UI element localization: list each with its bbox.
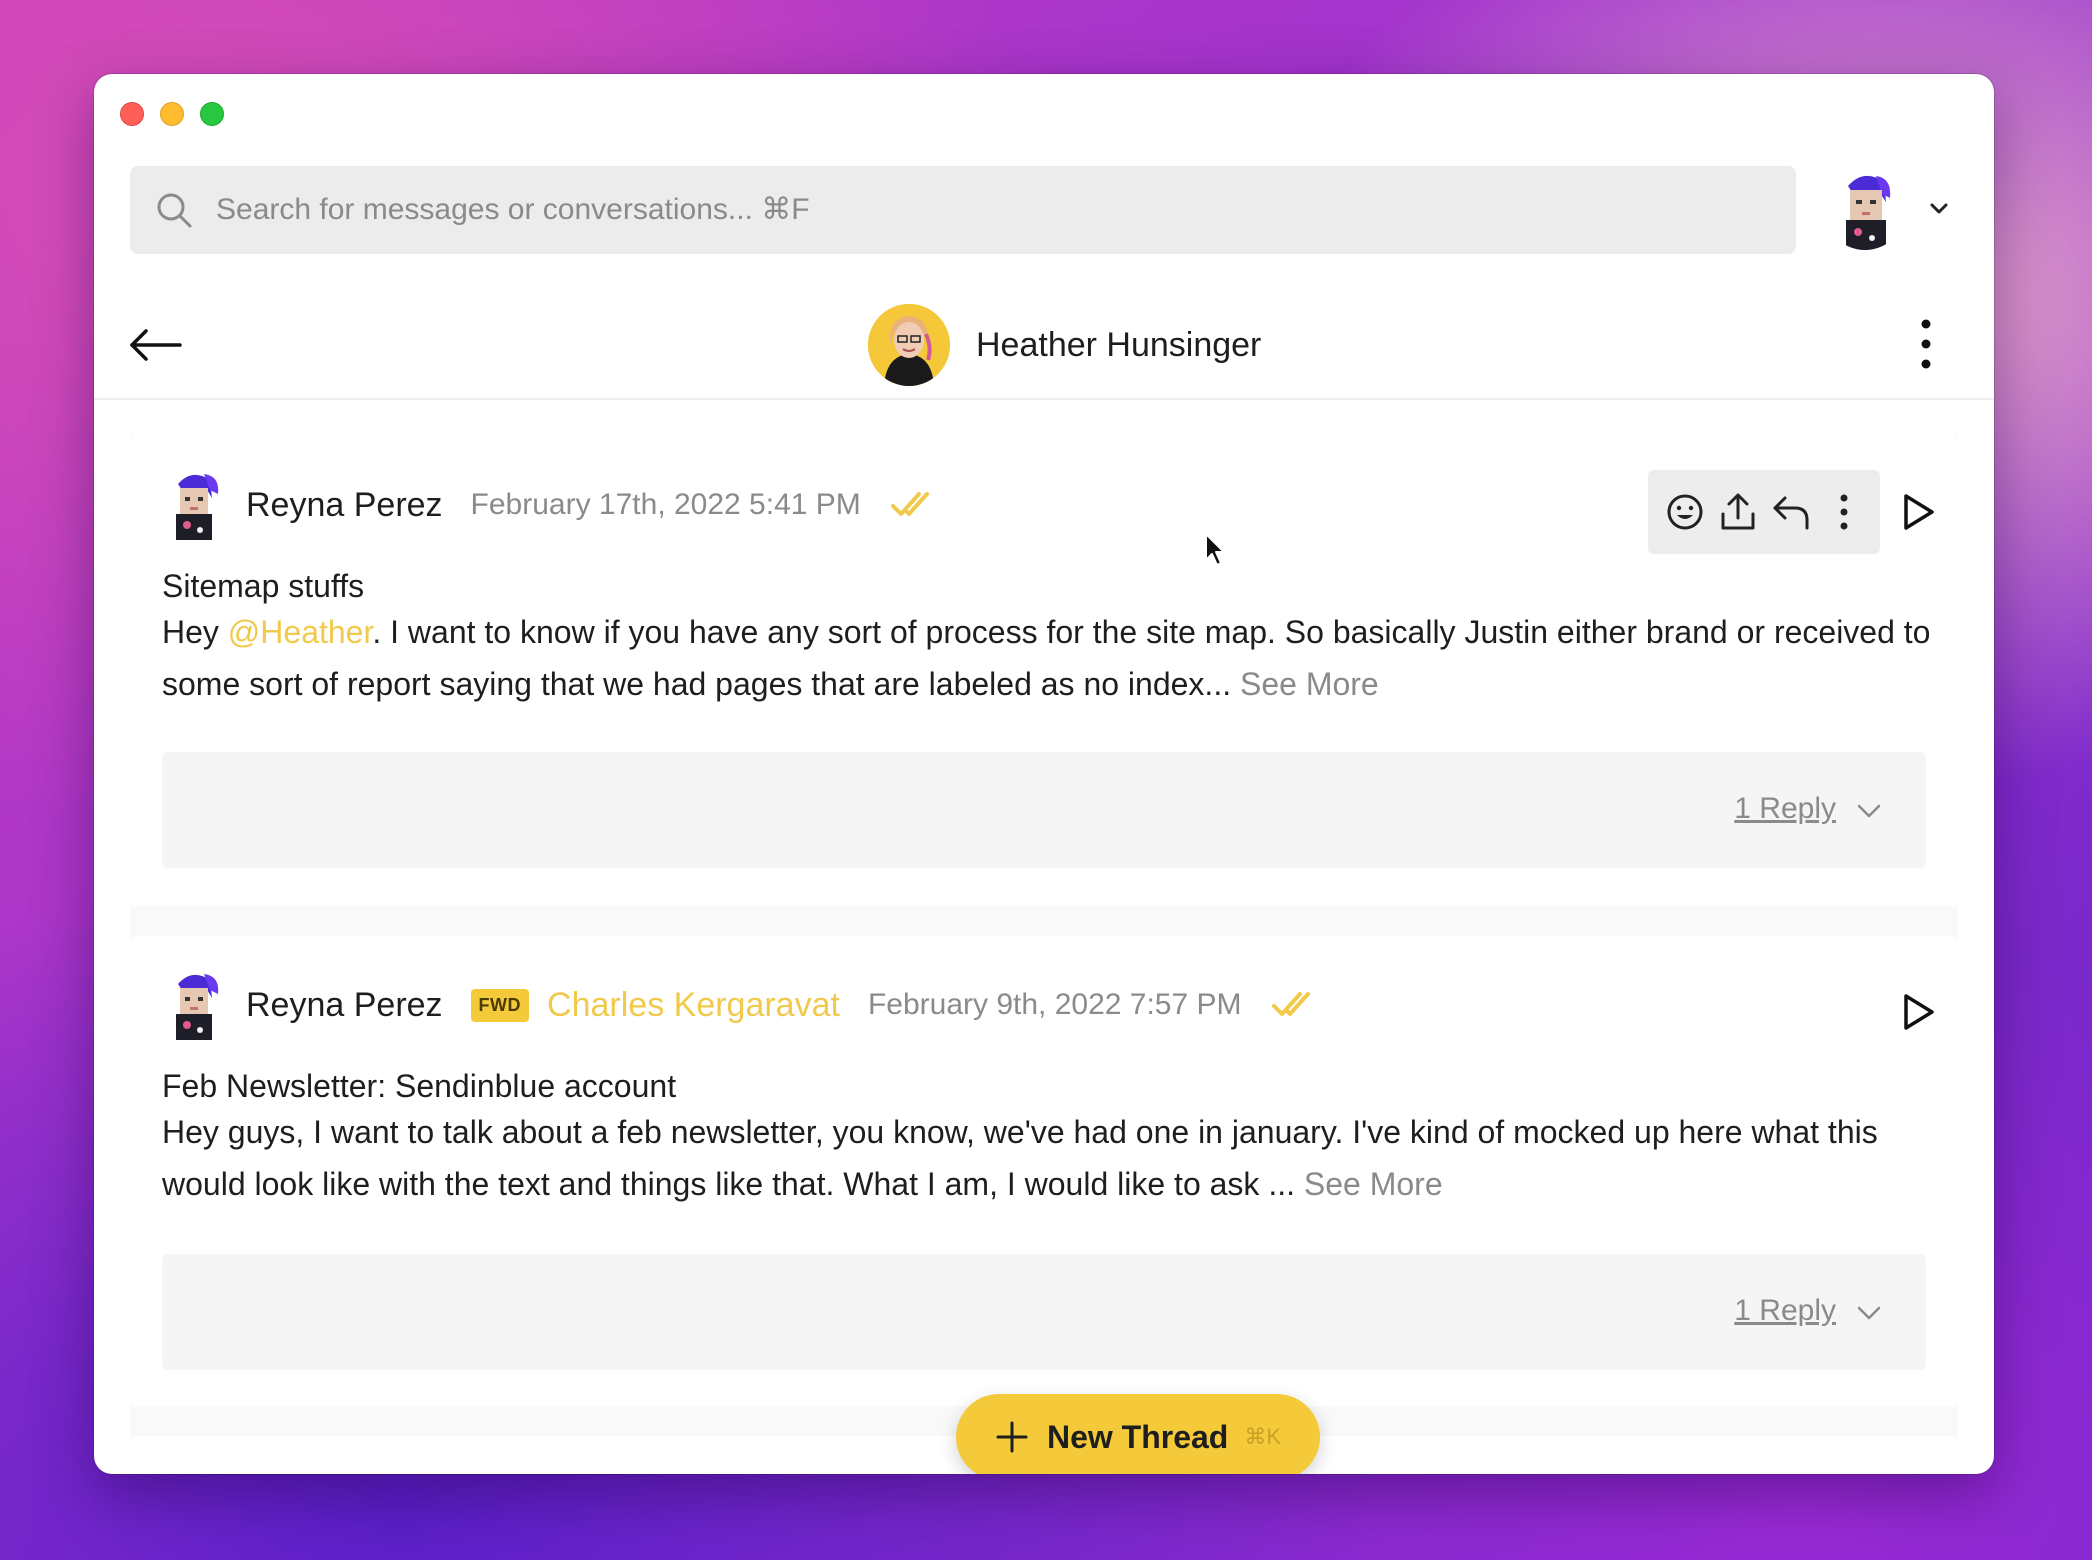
plus-icon — [996, 1421, 1028, 1453]
message-actions-toolbar — [1648, 470, 1880, 554]
search-bar[interactable] — [130, 166, 1796, 254]
message-header: Reyna Perez FWD Charles Kergaravat Febru… — [162, 970, 1318, 1040]
conversation-header: Heather Hunsinger — [94, 296, 1994, 400]
message-subject: Feb Newsletter: Sendinblue account — [162, 1068, 677, 1104]
sender-name[interactable]: Reyna Perez — [246, 486, 443, 525]
contact-info[interactable]: Heather Hunsinger — [868, 304, 1261, 386]
user-avatar[interactable] — [1824, 168, 1906, 250]
contact-name: Heather Hunsinger — [976, 325, 1262, 364]
minimize-window-button[interactable] — [160, 102, 184, 126]
forward-badge: FWD — [470, 988, 530, 1022]
reply-icon[interactable] — [1771, 492, 1811, 532]
chevron-down-icon[interactable] — [1854, 1298, 1884, 1328]
message-subject: Sitemap stuffs — [162, 568, 365, 604]
play-icon[interactable] — [1900, 992, 1936, 1032]
search-input[interactable] — [216, 193, 1796, 227]
window-controls — [120, 102, 224, 126]
double-check-icon — [890, 492, 929, 516]
maximize-window-button[interactable] — [200, 102, 224, 126]
forwarded-from-name[interactable]: Charles Kergaravat — [547, 986, 840, 1025]
replies-bar[interactable]: 1 Reply — [162, 752, 1926, 868]
message-timestamp: February 9th, 2022 7:57 PM — [867, 988, 1242, 1021]
message-card[interactable]: Reyna Perez FWD Charles Kergaravat Febru… — [130, 936, 1958, 1406]
share-icon[interactable] — [1718, 492, 1758, 532]
replies-count-link[interactable]: 1 Reply — [1734, 1294, 1836, 1328]
more-options-icon[interactable] — [1906, 316, 1946, 372]
chevron-down-icon[interactable] — [1924, 194, 1954, 224]
emoji-reaction-icon[interactable] — [1665, 492, 1705, 532]
new-thread-button[interactable]: New Thread ⌘K — [956, 1394, 1320, 1474]
see-more-link[interactable]: See More — [1240, 666, 1379, 702]
message-body: Hey guys, I want to talk about a feb new… — [162, 1106, 1942, 1210]
close-window-button[interactable] — [120, 102, 144, 126]
contact-avatar — [868, 304, 950, 386]
body-prefix: Hey — [162, 614, 228, 650]
app-window: Heather Hunsinger — [94, 74, 1994, 1474]
play-icon[interactable] — [1900, 492, 1936, 532]
mouse-cursor-icon — [1205, 533, 1225, 566]
message-header: Reyna Perez February 17th, 2022 5:41 PM — [162, 470, 937, 540]
see-more-link[interactable]: See More — [1304, 1166, 1443, 1202]
body-text: Hey guys, I want to talk about a feb new… — [162, 1114, 1878, 1202]
replies-bar[interactable]: 1 Reply — [162, 1254, 1926, 1370]
back-arrow-icon[interactable] — [128, 320, 184, 370]
mention-link[interactable]: @Heather — [228, 614, 373, 650]
search-icon — [157, 193, 192, 228]
new-thread-label: New Thread — [1046, 1418, 1229, 1455]
new-thread-shortcut: ⌘K — [1244, 1424, 1282, 1449]
more-options-icon[interactable] — [1824, 492, 1864, 532]
sender-avatar[interactable] — [162, 470, 226, 540]
message-timestamp: February 17th, 2022 5:41 PM — [470, 488, 861, 521]
chevron-down-icon[interactable] — [1854, 796, 1884, 826]
message-feed: Reyna Perez February 17th, 2022 5:41 PM — [130, 436, 1958, 1474]
replies-count-link[interactable]: 1 Reply — [1734, 792, 1836, 826]
sender-name[interactable]: Reyna Perez — [246, 986, 443, 1025]
message-card[interactable]: Reyna Perez February 17th, 2022 5:41 PM — [130, 436, 1958, 906]
body-text: . I want to know if you have any sort of… — [162, 614, 1931, 702]
message-body: Hey @Heather. I want to know if you have… — [162, 606, 1942, 710]
sender-avatar[interactable] — [162, 970, 226, 1040]
double-check-icon — [1271, 992, 1310, 1016]
